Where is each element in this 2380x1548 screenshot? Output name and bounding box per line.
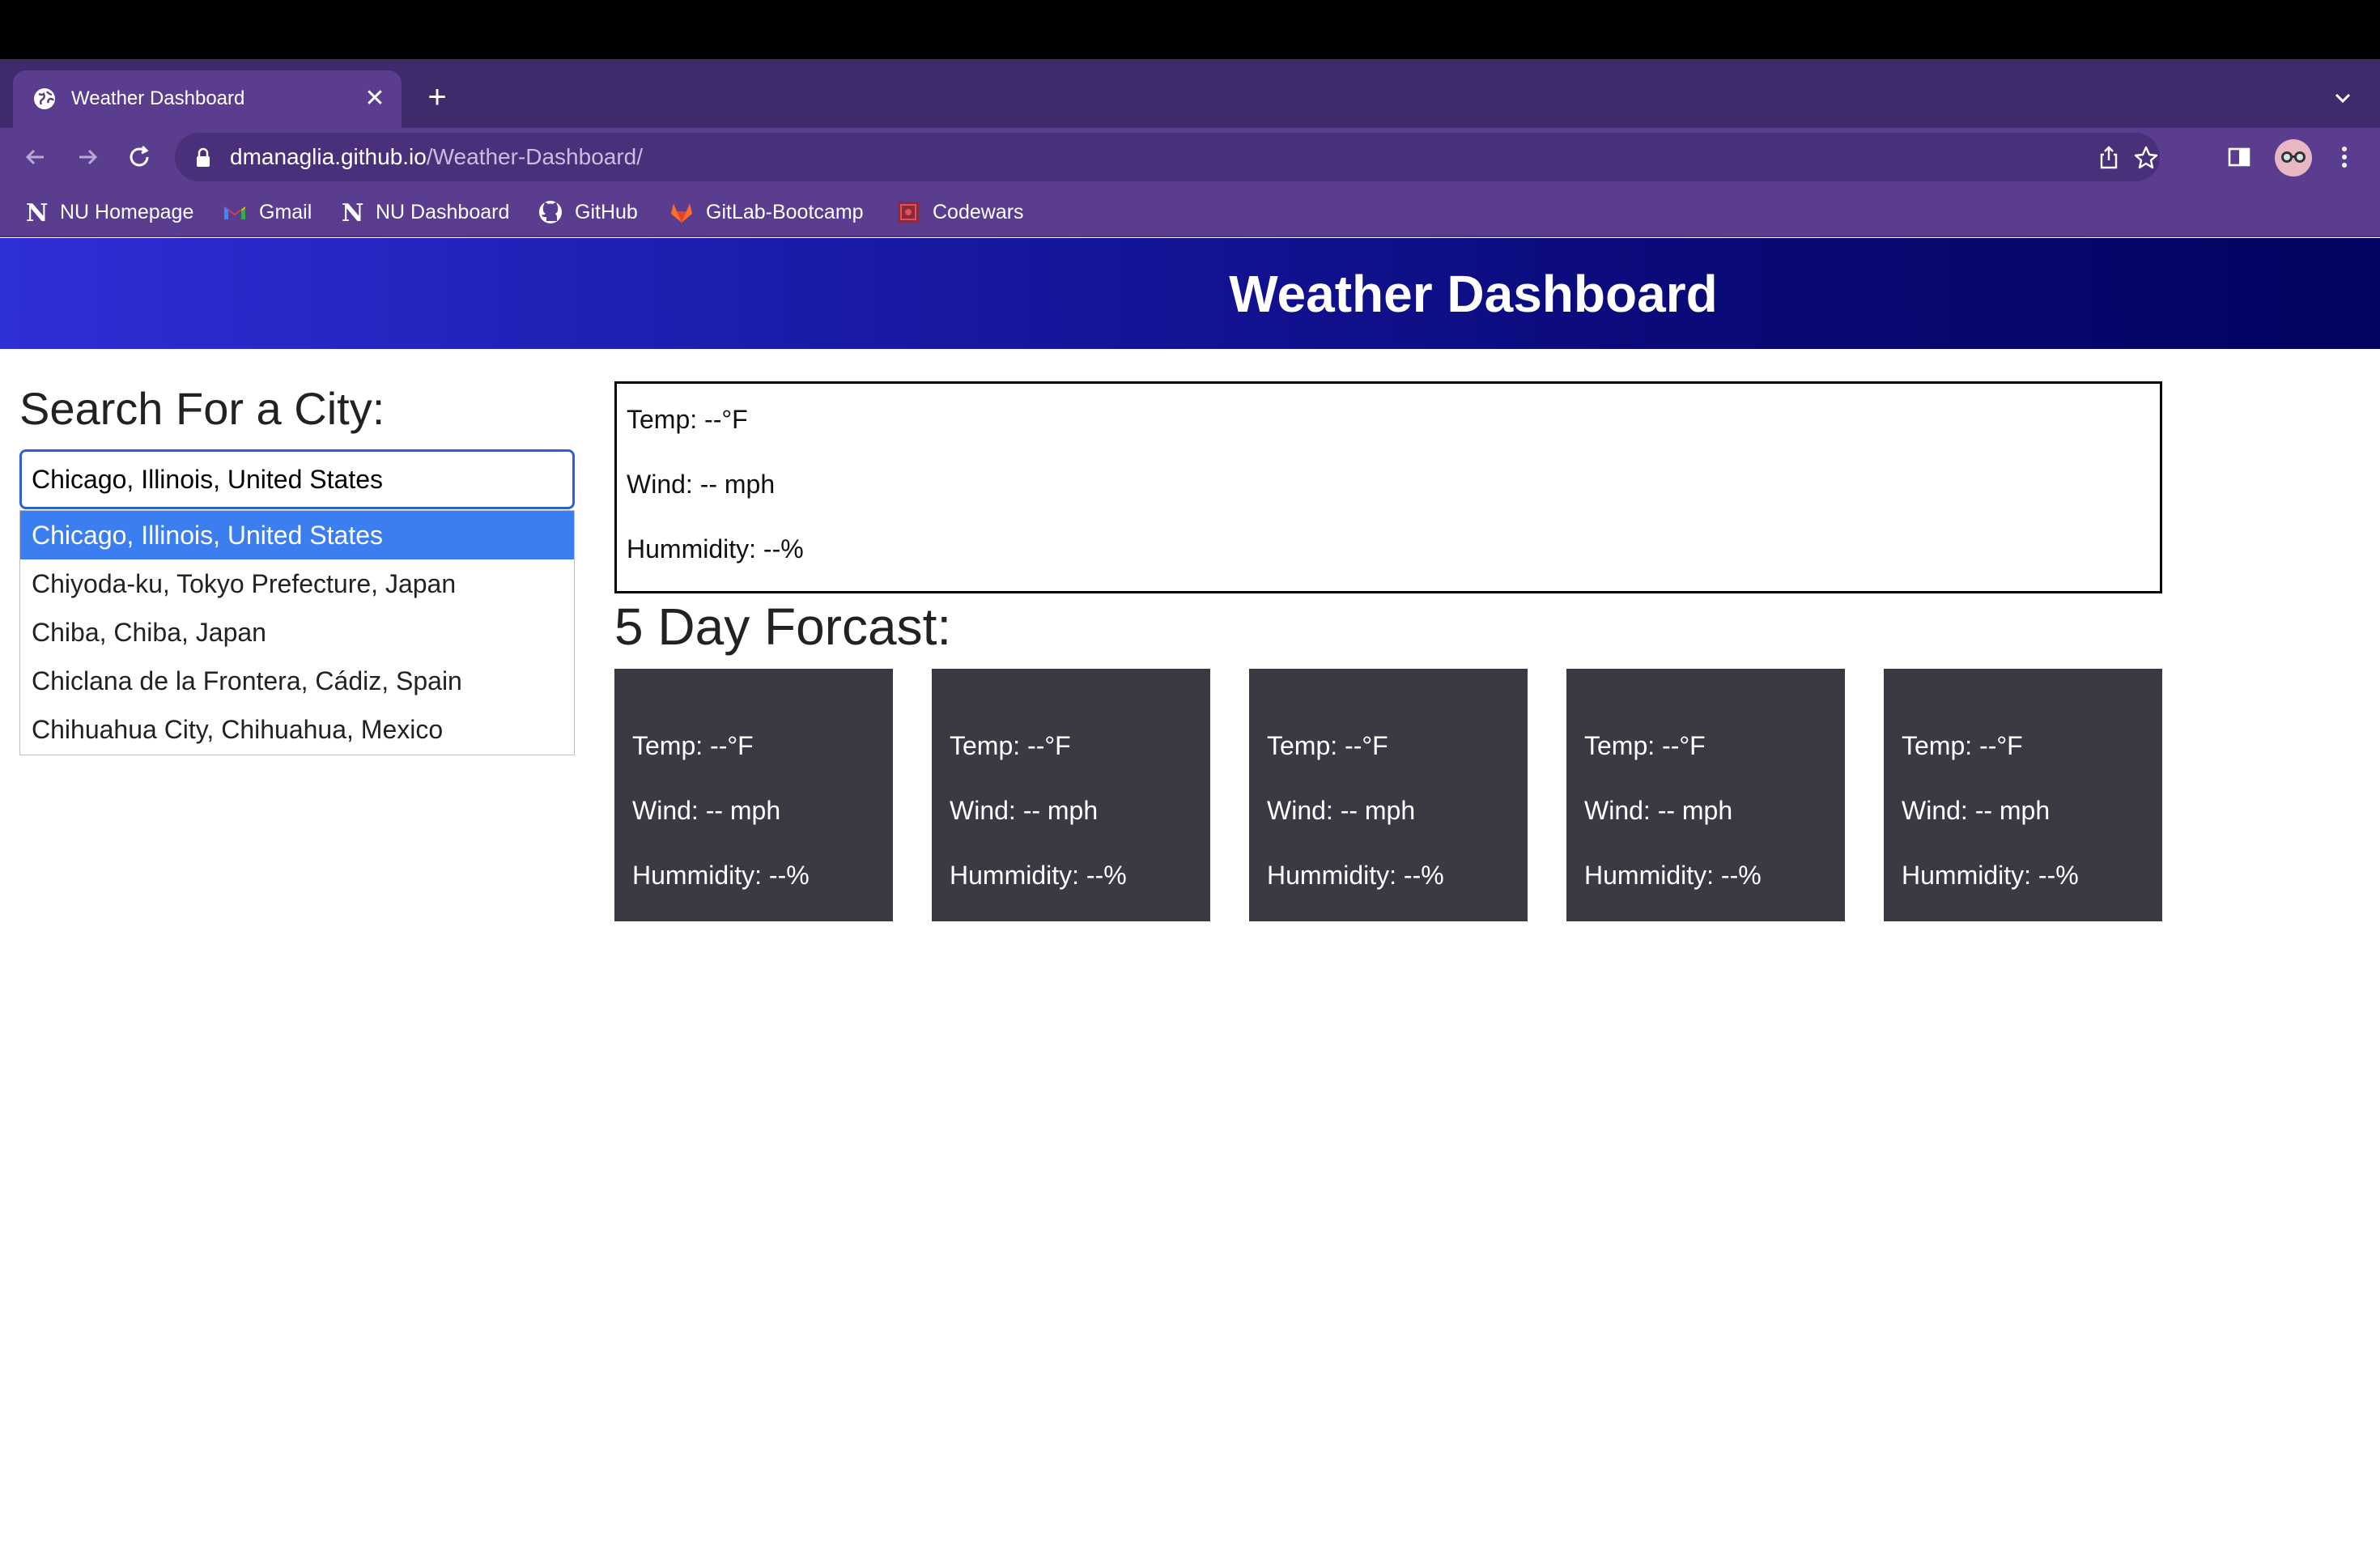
bookmark-label: GitHub [575, 201, 638, 223]
current-temp: Temp: --°F [627, 405, 748, 434]
suggestion-item[interactable]: Chiyoda-ku, Tokyo Prefecture, Japan [20, 559, 574, 608]
back-arrow-icon[interactable] [19, 141, 52, 173]
gmail-icon [222, 199, 248, 225]
share-icon[interactable] [2095, 144, 2123, 172]
forecast-humidity: Hummidity: --% [1267, 861, 1444, 890]
forecast-temp: Temp: --°F [950, 731, 1071, 760]
current-weather-card: Temp: --°F Wind: -- mph Hummidity: --% [614, 381, 2162, 593]
notion-icon: N [23, 199, 49, 225]
forecast-wind: Wind: -- mph [1902, 796, 2051, 825]
search-heading: Search For a City: [19, 383, 385, 434]
bookmark-label: GitLab-Bootcamp [706, 201, 864, 223]
bookmark-gitlab-bootcamp[interactable]: GitLab-Bootcamp [669, 196, 864, 228]
forecast-heading: 5 Day Forcast: [614, 598, 952, 656]
chevron-down-icon[interactable] [2327, 82, 2359, 114]
svg-text:N: N [342, 199, 363, 225]
suggestion-item[interactable]: Chihuahua City, Chihuahua, Mexico [20, 705, 574, 754]
bookmark-gmail[interactable]: Gmail [222, 196, 312, 228]
tab-strip: Weather Dashboard ✕ + [0, 59, 2380, 128]
bookmark-label: Gmail [259, 201, 312, 223]
forecast-temp: Temp: --°F [1267, 731, 1388, 760]
bookmarks-bar: N NU Homepage Gmail N NU Dashboard GitHu… [0, 186, 2380, 237]
current-wind: Wind: -- mph [627, 470, 776, 499]
browser-toolbar: dmanaglia.github.io/Weather-Dashboard/ [0, 128, 2380, 186]
forecast-humidity: Hummidity: --% [950, 861, 1127, 890]
reload-icon[interactable] [123, 141, 155, 173]
suggestion-item[interactable]: Chicago, Illinois, United States [20, 511, 574, 559]
avatar[interactable] [2275, 139, 2312, 176]
forecast-wind: Wind: -- mph [1584, 796, 1733, 825]
close-icon[interactable]: ✕ [363, 87, 387, 111]
forecast-humidity: Hummidity: --% [632, 861, 810, 890]
tab-title: Weather Dashboard [71, 87, 245, 109]
browser-tab[interactable]: Weather Dashboard ✕ [13, 70, 402, 128]
forecast-wind: Wind: -- mph [950, 796, 1099, 825]
suggestion-item[interactable]: Chiba, Chiba, Japan [20, 608, 574, 657]
suggestion-item[interactable]: Chiclana de la Frontera, Cádiz, Spain [20, 657, 574, 705]
forecast-humidity: Hummidity: --% [1902, 861, 2079, 890]
bookmark-label: NU Homepage [60, 201, 194, 223]
url-host: dmanaglia.github.io [230, 144, 427, 169]
svg-text:N: N [26, 199, 48, 225]
bookmark-star-icon[interactable] [2132, 144, 2160, 172]
bookmark-codewars[interactable]: Codewars [895, 196, 1024, 228]
github-icon [538, 199, 563, 225]
current-humidity: Hummidity: --% [627, 534, 804, 563]
forecast-card-day-3: Temp: --°F Wind: -- mph Hummidity: --% [1249, 669, 1528, 921]
bookmark-nu-homepage[interactable]: N NU Homepage [23, 196, 193, 228]
lock-icon[interactable] [194, 147, 212, 168]
forward-arrow-icon[interactable] [71, 141, 104, 173]
globe-icon [32, 87, 57, 111]
url-path: /Weather-Dashboard/ [426, 144, 644, 169]
forecast-temp: Temp: --°F [632, 731, 754, 760]
page-header: Weather Dashboard [0, 238, 2380, 349]
new-tab-icon[interactable]: + [421, 81, 453, 114]
bookmark-nu-dashboard[interactable]: N NU Dashboard [338, 196, 509, 228]
forecast-wind: Wind: -- mph [632, 796, 781, 825]
city-suggestions-list: Chicago, Illinois, United States Chiyoda… [19, 510, 575, 755]
bookmark-label: Codewars [933, 201, 1024, 223]
gitlab-icon [669, 199, 695, 225]
notion-icon: N [338, 199, 364, 225]
os-top-bar [0, 0, 2380, 59]
forecast-card-day-4: Temp: --°F Wind: -- mph Hummidity: --% [1566, 669, 1845, 921]
forecast-temp: Temp: --°F [1902, 731, 2023, 760]
forecast-card-day-1: Temp: --°F Wind: -- mph Hummidity: --% [614, 669, 893, 921]
codewars-icon [895, 199, 921, 225]
side-panel-icon[interactable] [2225, 142, 2254, 172]
bookmark-label: NU Dashboard [376, 201, 510, 223]
page-title: Weather Dashboard [1229, 265, 1718, 323]
city-search-input[interactable] [19, 449, 575, 509]
forecast-card-day-5: Temp: --°F Wind: -- mph Hummidity: --% [1884, 669, 2162, 921]
url-text[interactable]: dmanaglia.github.io/Weather-Dashboard/ [230, 144, 643, 170]
address-bar[interactable]: dmanaglia.github.io/Weather-Dashboard/ [175, 133, 2160, 181]
forecast-temp: Temp: --°F [1584, 731, 1706, 760]
more-vertical-icon[interactable] [2330, 142, 2359, 172]
forecast-card-day-2: Temp: --°F Wind: -- mph Hummidity: --% [932, 669, 1210, 921]
bookmark-github[interactable]: GitHub [538, 196, 638, 228]
forecast-humidity: Hummidity: --% [1584, 861, 1762, 890]
forecast-wind: Wind: -- mph [1267, 796, 1416, 825]
